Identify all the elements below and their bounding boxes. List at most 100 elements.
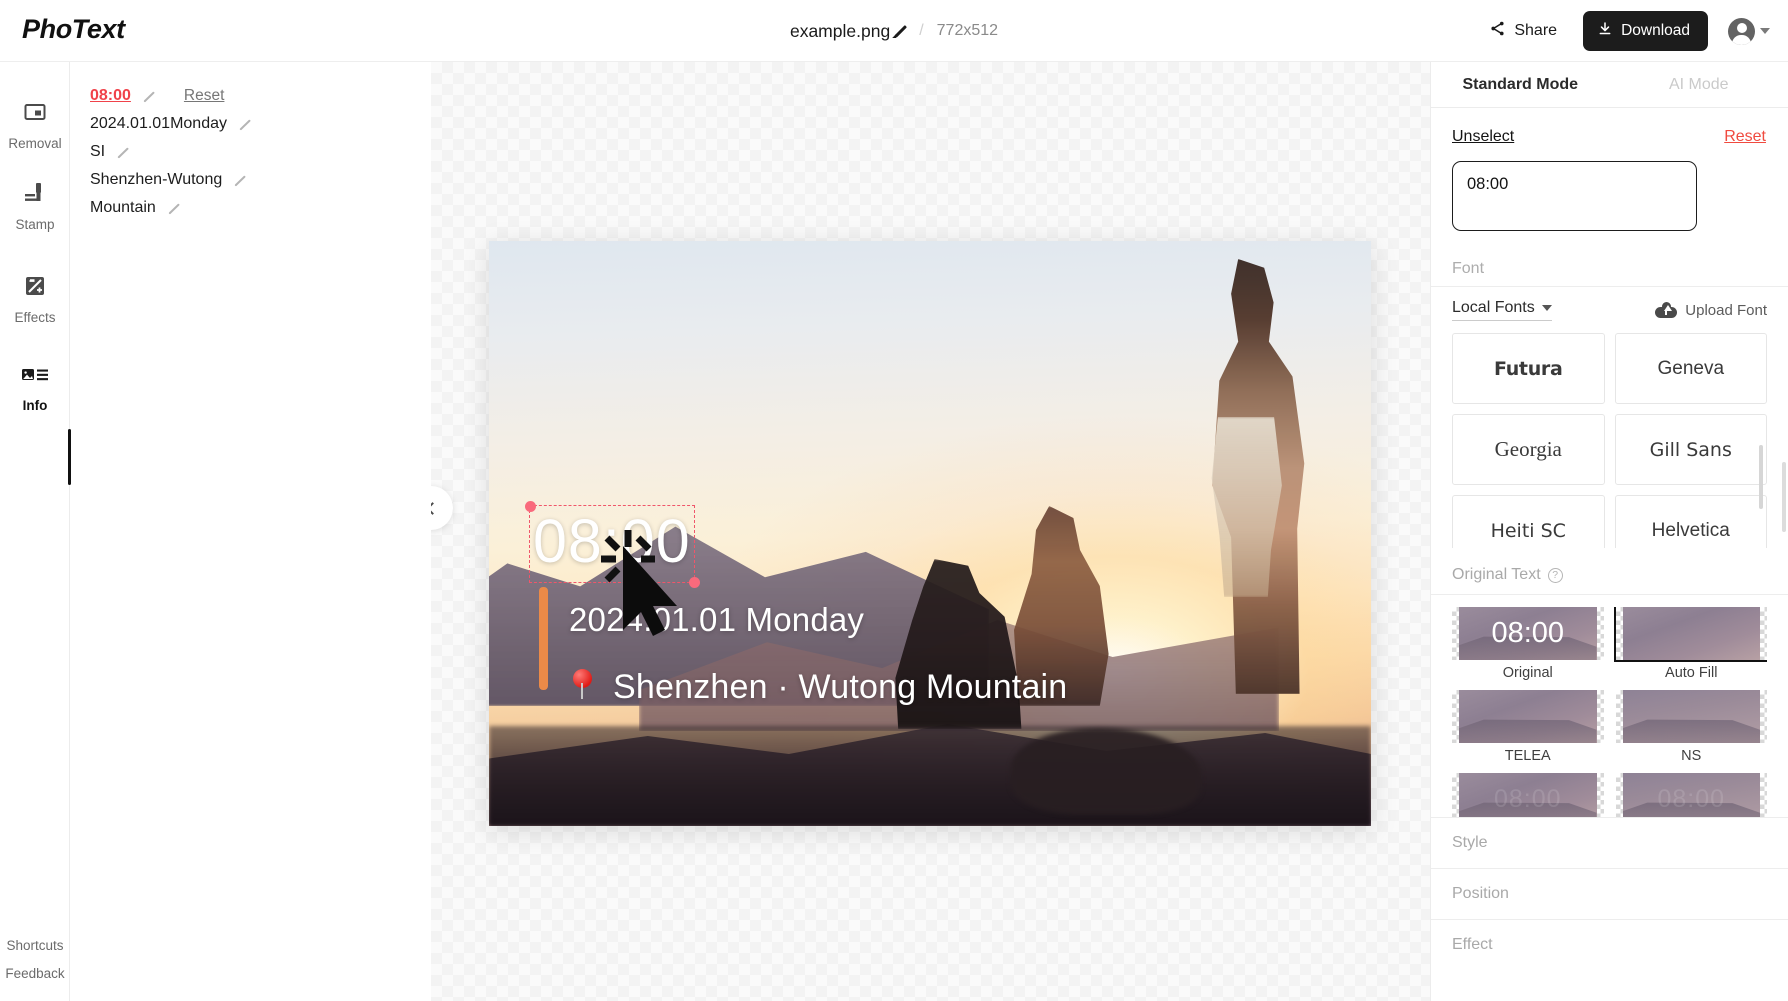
help-icon[interactable]: ? — [1547, 567, 1563, 583]
overlay-date-text[interactable]: 2024.01.01 Monday — [569, 601, 864, 639]
share-button[interactable]: Share — [1483, 14, 1563, 48]
upload-font-label: Upload Font — [1685, 301, 1767, 319]
thumbnail-image — [1613, 607, 1767, 662]
account-menu[interactable] — [1728, 17, 1770, 45]
layer-text: 2024.01.01Monday — [90, 115, 227, 132]
font-option[interactable]: Helvetica — [1614, 495, 1767, 548]
selection-box[interactable] — [524, 500, 700, 588]
thumbnail-option[interactable]: TELEA — [1452, 690, 1604, 764]
thumbnail-label: NS — [1681, 748, 1702, 764]
divider — [1431, 594, 1788, 595]
upload-font-button[interactable]: Upload Font — [1655, 302, 1767, 319]
sidebar-item-label: Info — [22, 398, 48, 413]
unselect-link[interactable]: Unselect — [1452, 128, 1514, 146]
list-item[interactable]: 08:00 Reset — [71, 82, 431, 110]
effects-icon — [23, 274, 47, 303]
location-pin-icon — [572, 669, 593, 699]
thumbnail-image: 08:00 — [1452, 607, 1604, 660]
sidebar-item-label: Stamp — [15, 217, 55, 232]
chevron-left-icon — [431, 501, 439, 515]
download-button[interactable]: Download — [1583, 11, 1708, 51]
local-fonts-dropdown[interactable]: Local Fonts — [1452, 299, 1552, 321]
panel-scrollbar[interactable] — [1782, 462, 1786, 532]
mode-tabs: Standard Mode AI Mode — [1431, 62, 1788, 108]
font-grid[interactable]: Futura Geneva Georgia Gill Sans Heiti SC… — [1452, 333, 1767, 548]
thumbnail-option[interactable]: 08:00 Original — [1452, 607, 1604, 681]
edit-pencil-icon[interactable] — [116, 146, 129, 159]
tool-rail: Removal Stamp Effects Info Shortcuts Fee… — [0, 62, 71, 1001]
overlay-place-text[interactable]: Shenzhen · Wutong Mountain — [613, 668, 1067, 707]
collapse-panel-button[interactable] — [431, 486, 453, 530]
file-name: example.png — [789, 20, 891, 41]
top-bar: PhoText example.png / 772x512 Share Down… — [0, 0, 1788, 62]
thumbnail-image — [1615, 690, 1767, 743]
chevron-down-icon — [1541, 305, 1552, 311]
reset-link[interactable]: Reset — [1724, 128, 1766, 146]
text-layer-list: 08:00 Reset 2024.01.01Monday SI Shenzhen… — [71, 62, 431, 1001]
cloud-upload-icon — [1655, 302, 1678, 318]
thumbnail-text: 08:00 — [1657, 785, 1726, 813]
font-option[interactable]: Gill Sans — [1614, 414, 1767, 485]
edit-filename-pencil-icon[interactable] — [892, 24, 906, 38]
thumbnail-image: 08:00 — [1452, 773, 1604, 817]
thumbnail-option[interactable]: Auto Fill — [1613, 607, 1767, 681]
selection-handle-bottom-right[interactable] — [688, 576, 700, 588]
edit-pencil-icon[interactable] — [233, 174, 246, 187]
inpaint-thumbnail-grid[interactable]: 08:00 Original Auto Fill TELEA NS 08:00 … — [1452, 607, 1767, 817]
list-item[interactable]: Shenzhen-Wutong — [71, 166, 431, 194]
image-dimensions: 772x512 — [936, 22, 999, 39]
edit-pencil-icon[interactable] — [167, 202, 180, 215]
feedback-link[interactable]: Feedback — [5, 966, 64, 981]
tab-standard-mode[interactable]: Standard Mode — [1431, 62, 1610, 107]
font-option[interactable]: Geneva — [1614, 333, 1767, 404]
thumbnail-label: Auto Fill — [1665, 665, 1718, 681]
share-label: Share — [1514, 22, 1558, 39]
list-item[interactable]: SI — [71, 138, 431, 166]
accordion-style[interactable]: Style — [1431, 817, 1788, 868]
info-icon — [22, 366, 48, 391]
edit-pencil-icon[interactable] — [142, 90, 155, 103]
local-fonts-label: Local Fonts — [1452, 299, 1535, 316]
layer-text: 08:00 — [90, 87, 131, 104]
thumbnail-label: TELEA — [1504, 748, 1551, 764]
selection-handle-top-left[interactable] — [524, 500, 536, 512]
accordion-effect[interactable]: Effect — [1431, 919, 1788, 970]
layer-text: Mountain — [90, 199, 156, 216]
accordion-position[interactable]: Position — [1431, 868, 1788, 919]
overlay-accent-bar — [539, 587, 548, 690]
thumbnail-option[interactable]: 08:00 NS_2 — [1615, 773, 1767, 817]
sidebar-item-info[interactable]: Info — [0, 366, 70, 413]
font-option[interactable]: Futura — [1452, 333, 1605, 404]
image-preview[interactable]: 08:00 2024.01.01 Monday Shenzhen · Wuton… — [489, 241, 1371, 826]
text-input[interactable] — [1452, 161, 1697, 231]
sidebar-item-effects[interactable]: Effects — [0, 274, 70, 325]
thumbnail-label: Original — [1502, 665, 1553, 681]
font-list-scrollbar[interactable] — [1759, 445, 1763, 509]
thumbnail-text: 08:00 — [1493, 785, 1562, 813]
layer-reset-link[interactable]: Reset — [184, 87, 225, 105]
thumbnail-image — [1452, 690, 1604, 743]
canvas-area[interactable]: 08:00 2024.01.01 Monday Shenzhen · Wuton… — [431, 62, 1430, 1001]
font-option[interactable]: Georgia — [1452, 414, 1605, 485]
thumbnail-image: 08:00 — [1615, 773, 1767, 817]
download-icon — [1598, 21, 1612, 41]
sidebar-item-removal[interactable]: Removal — [0, 100, 70, 151]
sidebar-item-label: Effects — [14, 310, 56, 325]
download-label: Download — [1621, 22, 1690, 39]
top-right-actions: Share Download — [1483, 0, 1770, 62]
list-item[interactable]: 2024.01.01Monday — [71, 110, 431, 138]
font-section-label: Font — [1452, 260, 1485, 277]
sidebar-item-stamp[interactable]: Stamp — [0, 181, 70, 232]
thumbnail-option[interactable]: 08:00 TELEA_2 — [1452, 773, 1604, 817]
layer-text: Shenzhen-Wutong — [90, 171, 223, 188]
tab-ai-mode[interactable]: AI Mode — [1610, 62, 1788, 107]
list-item[interactable]: Mountain — [71, 194, 431, 222]
properties-panel: Standard Mode AI Mode Unselect Reset Fon… — [1430, 62, 1788, 1001]
fonts-header: Local Fonts Upload Font — [1431, 287, 1788, 321]
edit-pencil-icon[interactable] — [238, 118, 251, 131]
font-option[interactable]: Heiti SC — [1452, 495, 1605, 548]
avatar — [1728, 17, 1755, 45]
rail-bottom-links: Shortcuts Feedback — [0, 938, 70, 981]
thumbnail-option[interactable]: NS — [1615, 690, 1767, 764]
shortcuts-link[interactable]: Shortcuts — [6, 938, 63, 953]
